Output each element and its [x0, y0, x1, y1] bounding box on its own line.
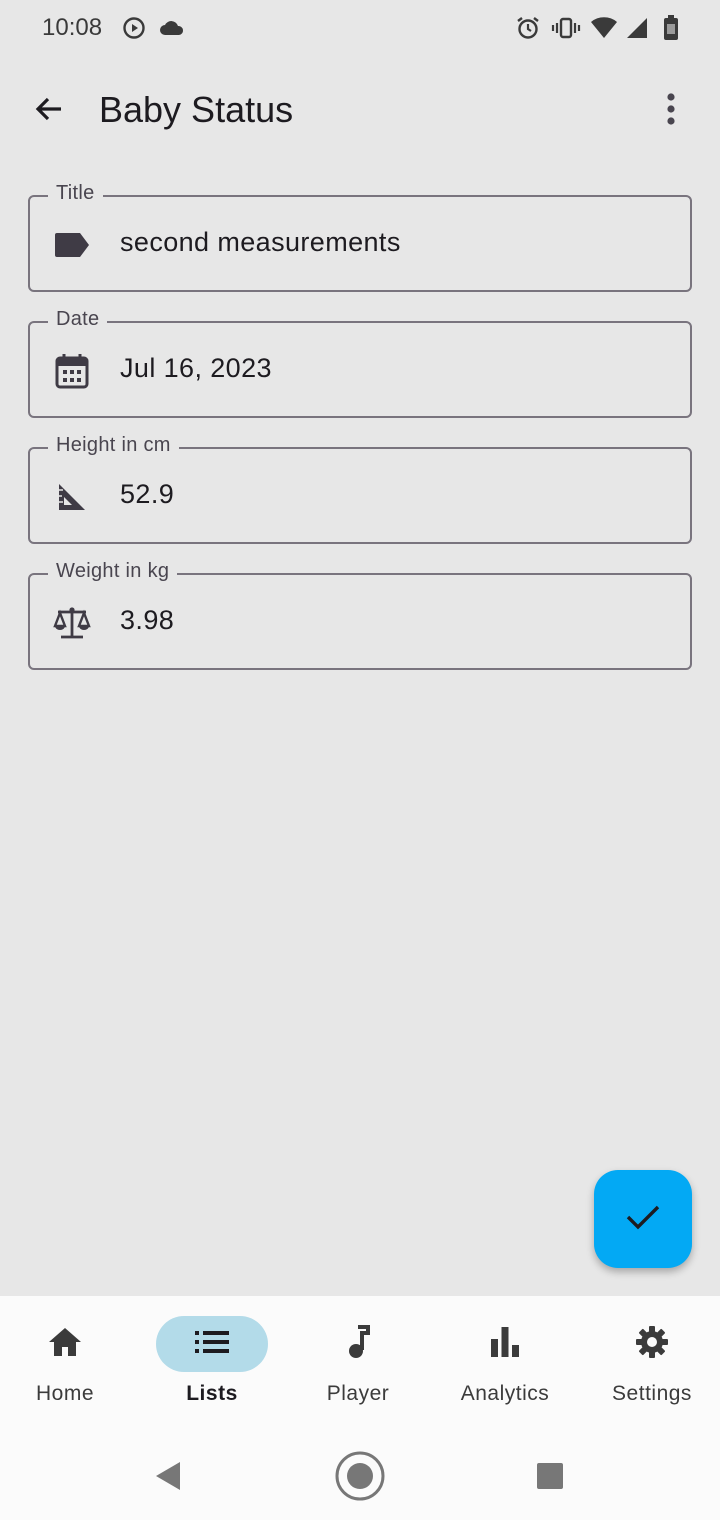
more-options-button[interactable]: [644, 84, 698, 138]
wifi-icon: [589, 14, 619, 42]
nav-indicator: [449, 1316, 561, 1372]
nav-label-lists: Lists: [186, 1382, 238, 1405]
play-circle-icon: [121, 14, 147, 42]
status-time: 10:08: [42, 14, 103, 41]
home-icon: [48, 1327, 82, 1362]
recents-square-icon: [536, 1462, 564, 1495]
date-field-label: Date: [48, 308, 108, 331]
system-home-button[interactable]: [330, 1450, 390, 1506]
height-field[interactable]: Height in cm 52.9: [28, 434, 692, 544]
music-note-icon: [346, 1324, 370, 1364]
nav-label-analytics: Analytics: [460, 1382, 550, 1405]
nav-indicator: [302, 1316, 414, 1372]
ruler-icon: [52, 477, 92, 517]
system-nav-bar: [0, 1430, 720, 1520]
nav-item-lists[interactable]: Lists: [139, 1316, 285, 1416]
nav-item-player[interactable]: Player: [285, 1316, 431, 1416]
title-field[interactable]: Title second measurements: [28, 182, 692, 292]
weight-field-value: 3.98: [120, 605, 175, 635]
more-vert-icon: [665, 92, 677, 131]
date-field-value: Jul 16, 2023: [120, 353, 272, 383]
home-circle-icon: [334, 1450, 386, 1507]
nav-item-home[interactable]: Home: [0, 1316, 138, 1416]
height-field-value: 52.9: [120, 479, 175, 509]
screen: 10:08 Baby Status Title second measureme…: [0, 0, 720, 1520]
arrow-back-icon: [33, 93, 65, 130]
list-icon: [195, 1330, 229, 1359]
back-triangle-icon: [154, 1461, 182, 1496]
status-bar: 10:08: [0, 0, 720, 56]
height-field-label: Height in cm: [48, 434, 179, 457]
nav-item-analytics[interactable]: Analytics: [432, 1316, 578, 1416]
system-recents-button[interactable]: [520, 1450, 580, 1506]
page-title: Baby Status: [99, 89, 294, 130]
vibrate-icon: [551, 14, 581, 42]
nav-label-settings: Settings: [612, 1382, 692, 1405]
nav-indicator: [596, 1316, 708, 1372]
cloud-icon: [158, 14, 186, 42]
scale-icon: [52, 603, 92, 643]
bottom-navigation: Home Lists Player Analytics Settings: [0, 1296, 720, 1430]
weight-field[interactable]: Weight in kg 3.98: [28, 560, 692, 670]
bar-chart-icon: [490, 1326, 520, 1362]
system-back-button[interactable]: [138, 1450, 198, 1506]
gear-icon: [635, 1325, 669, 1364]
back-button[interactable]: [22, 84, 76, 138]
nav-indicator: [156, 1316, 268, 1372]
alarm-icon: [514, 14, 542, 42]
battery-icon: [661, 14, 681, 42]
title-field-label: Title: [48, 182, 103, 205]
calendar-icon: [52, 351, 92, 391]
nav-label-home: Home: [35, 1382, 95, 1405]
check-icon: [625, 1203, 661, 1236]
weight-field-label: Weight in kg: [48, 560, 178, 583]
save-fab[interactable]: [594, 1170, 692, 1268]
label-icon: [52, 225, 92, 265]
signal-icon: [624, 14, 650, 42]
title-field-value: second measurements: [120, 227, 401, 257]
nav-label-player: Player: [326, 1382, 390, 1405]
nav-indicator: [9, 1316, 121, 1372]
nav-item-settings[interactable]: Settings: [579, 1316, 720, 1416]
app-bar: Baby Status: [0, 56, 720, 166]
date-field[interactable]: Date Jul 16, 2023: [28, 308, 692, 418]
